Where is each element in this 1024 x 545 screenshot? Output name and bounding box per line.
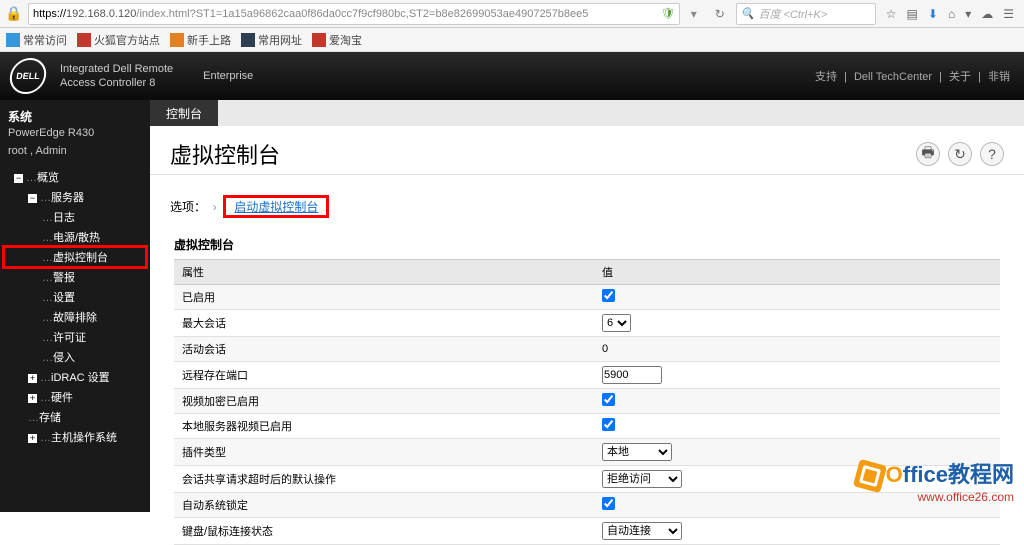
url-host: 192.168.0.120	[66, 8, 136, 20]
bookmark-frequent[interactable]: 常常访问	[6, 32, 67, 48]
home-icon[interactable]: ⌂	[948, 7, 955, 21]
tree-alerts[interactable]: …警报	[4, 267, 146, 287]
options-row: 选项： › 启动虚拟控制台	[150, 175, 1024, 228]
row-localvideo: 本地服务器视频已启用	[174, 414, 594, 439]
tree-storage[interactable]: …存储	[4, 407, 146, 427]
localvideo-checkbox[interactable]	[602, 418, 615, 431]
tree-troubleshoot[interactable]: …故障排除	[4, 307, 146, 327]
sync-icon[interactable]: ☁	[981, 7, 993, 21]
col-attr: 属性	[174, 260, 594, 285]
plugin-select[interactable]: 本地	[602, 443, 672, 461]
tree-hostos[interactable]: +…主机操作系统	[4, 427, 146, 447]
url-bar[interactable]: https://192.168.0.120/index.html?ST1=1a1…	[28, 3, 680, 25]
page-title: 虚拟控制台	[170, 138, 280, 170]
bookmark-item[interactable]: 常用网址	[241, 32, 302, 48]
nav-tree: −…概览 −…服务器 …日志 …电源/散热 …虚拟控制台 …警报 …设置 …故障…	[0, 163, 150, 451]
tree-overview[interactable]: −…概览	[4, 167, 146, 187]
tree-server[interactable]: −…服务器	[4, 187, 146, 207]
remote-port-input[interactable]	[602, 366, 662, 384]
help-icon[interactable]: ?	[980, 142, 1004, 166]
url-path: /index.html?ST1=1a15a96862caa0f86da0cc7f…	[136, 8, 588, 20]
menu-icon[interactable]: ☰	[1003, 7, 1014, 21]
bookmark-item[interactable]: 爱淘宝	[312, 32, 362, 48]
tree-idrac[interactable]: +…iDRAC 设置	[4, 367, 146, 387]
active-sessions-val: 0	[594, 337, 1000, 362]
bookmark-item[interactable]: 火狐官方站点	[77, 32, 160, 48]
search-input[interactable]: 🔍百度 <Ctrl+K>	[736, 3, 876, 25]
link-techcenter[interactable]: Dell TechCenter	[854, 71, 932, 83]
options-label: 选项：	[170, 200, 206, 214]
enabled-checkbox[interactable]	[602, 289, 615, 302]
download-icon[interactable]: ⬇	[928, 7, 938, 21]
sharetimeout-select[interactable]: 拒绝访问	[602, 470, 682, 488]
col-val: 值	[594, 260, 1000, 285]
shield-icon: 🛡	[661, 7, 675, 20]
link-about[interactable]: 关于	[949, 71, 971, 83]
tab-row: 控制台	[150, 100, 1024, 126]
autolock-checkbox[interactable]	[602, 497, 615, 510]
tree-logs[interactable]: …日志	[4, 207, 146, 227]
row-autolock: 自动系统锁定	[174, 493, 594, 518]
toolbar-icons: ☆ ▤ ⬇ ⌂ ▾ ☁ ☰	[880, 7, 1020, 21]
history-icon[interactable]: ▾	[965, 7, 971, 21]
max-sessions-select[interactable]: 6	[602, 314, 631, 332]
dell-logo: DELL	[7, 58, 48, 94]
lock-icon: 🔒	[4, 4, 24, 24]
tree-license[interactable]: …许可证	[4, 327, 146, 347]
row-active: 活动会话	[174, 337, 594, 362]
header-links: 支持 | Dell TechCenter | 关于 | 非销	[811, 68, 1014, 84]
sidebar: 系统 PowerEdge R430 root , Admin −…概览 −…服务…	[0, 100, 150, 512]
watermark-url: www.office26.com	[856, 490, 1014, 504]
tree-hardware[interactable]: +…硬件	[4, 387, 146, 407]
sidebar-system: 系统	[0, 106, 150, 127]
bookmarks-icon[interactable]: ▤	[907, 7, 918, 21]
sidebar-model: PowerEdge R430	[0, 127, 150, 145]
link-logout[interactable]: 非销	[988, 71, 1010, 83]
row-sharetimeout: 会话共享请求超时后的默认操作	[174, 466, 594, 493]
watermark-icon	[852, 459, 886, 493]
tree-power[interactable]: …电源/散热	[4, 227, 146, 247]
content-area: 控制台 虚拟控制台 🖶 ↻ ? 选项： › 启动虚拟控制台 虚拟控制台 属性值 …	[150, 100, 1024, 512]
row-maxsess: 最大会话	[174, 310, 594, 337]
row-enabled: 已启用	[174, 285, 594, 310]
idrac-title: Integrated Dell Remote Access Controller…	[60, 62, 173, 91]
videoenc-checkbox[interactable]	[602, 393, 615, 406]
link-support[interactable]: 支持	[815, 71, 837, 83]
tree-settings[interactable]: …设置	[4, 287, 146, 307]
idrac-header: DELL Integrated Dell Remote Access Contr…	[0, 52, 1024, 100]
enterprise-label: Enterprise	[203, 70, 253, 82]
row-port: 远程存在端口	[174, 362, 594, 389]
launch-console-link[interactable]: 启动虚拟控制台	[226, 198, 326, 216]
row-videoenc: 视频加密已启用	[174, 389, 594, 414]
watermark: Office教程网 www.office26.com	[856, 457, 1014, 504]
print-icon[interactable]: 🖶	[916, 142, 940, 166]
sidebar-user: root , Admin	[0, 145, 150, 163]
row-kbdstate: 键盘/鼠标连接状态	[174, 518, 594, 545]
bookmark-item[interactable]: 新手上路	[170, 32, 231, 48]
star-icon[interactable]: ☆	[886, 7, 897, 21]
reload-icon[interactable]: ↻	[708, 7, 732, 21]
bookmark-bar: 常常访问 火狐官方站点 新手上路 常用网址 爱淘宝	[0, 28, 1024, 52]
section-title: 虚拟控制台	[150, 228, 1024, 259]
dropdown-icon[interactable]: ▾	[684, 4, 704, 24]
tab-console[interactable]: 控制台	[150, 100, 218, 126]
row-plugin: 插件类型	[174, 439, 594, 466]
browser-toolbar: 🔒 https://192.168.0.120/index.html?ST1=1…	[0, 0, 1024, 28]
kbdstate-select[interactable]: 自动连接	[602, 522, 682, 540]
refresh-icon[interactable]: ↻	[948, 142, 972, 166]
tree-intrude[interactable]: …侵入	[4, 347, 146, 367]
tree-vconsole[interactable]: …虚拟控制台	[4, 247, 146, 267]
